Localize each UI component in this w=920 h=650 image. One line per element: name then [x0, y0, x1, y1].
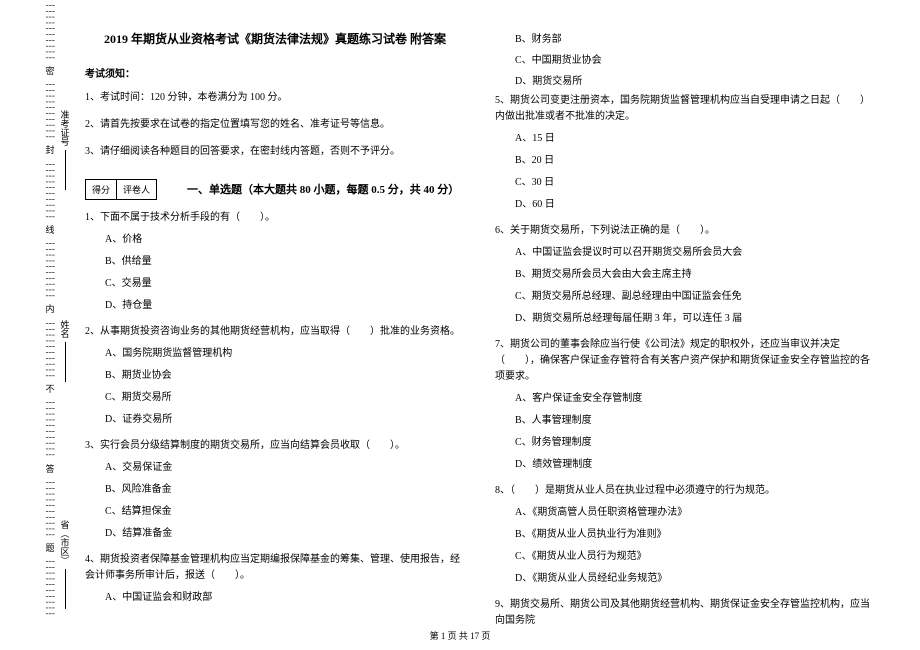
option-c: C、期货交易所总经理、副总经理由中国证监会任免: [515, 289, 875, 305]
option-b: B、供给量: [105, 254, 465, 270]
option-a: A、中国证监会和财政部: [105, 590, 465, 606]
instruction-1: 1、考试时间：120 分钟，本卷满分为 100 分。: [85, 90, 465, 105]
name-label: 姓名: [59, 320, 72, 338]
question-stem: 5、期货公司变更注册资本，国务院期货监督管理机构应当自受理申请之日起（ ）内做出…: [495, 93, 875, 125]
option-c: C、30 日: [515, 175, 875, 191]
reviewer-cell: 评卷人: [117, 179, 157, 200]
option-d: D、期货交易所: [515, 72, 875, 87]
option-a: A、交易保证金: [105, 460, 465, 476]
option-c: C、交易量: [105, 276, 465, 292]
score-box: 得分 评卷人: [85, 179, 157, 200]
option-a: A、价格: [105, 232, 465, 248]
option-d: D、期货交易所总经理每届任期 3 年，可以连任 3 届: [515, 311, 875, 327]
left-column: 2019 年期货从业资格考试《期货法律法规》真题练习试卷 附答案 考试须知： 1…: [70, 20, 480, 620]
admission-label: 准考证号: [59, 110, 72, 146]
binding-dots: ┆┆┆┆┆┆┆┆┆┆: [46, 400, 55, 458]
option-d: D、证券交易所: [105, 412, 465, 428]
question-stem: 1、下面不属于技术分析手段的有（ ）。: [85, 210, 465, 226]
question-3: 3、实行会员分级结算制度的期货交易所，应当向结算会员收取（ ）。 A、交易保证金…: [85, 438, 465, 542]
instruction-2: 2、请首先按要求在试卷的指定位置填写您的姓名、准考证号等信息。: [85, 117, 465, 132]
option-a: A、客户保证金安全存管制度: [515, 391, 875, 407]
option-c: C、结算担保金: [105, 504, 465, 520]
notice-label: 考试须知：: [85, 65, 465, 80]
option-c: C、财务管理制度: [515, 435, 875, 451]
option-b: B、期货业协会: [105, 368, 465, 384]
exam-title: 2019 年期货从业资格考试《期货法律法规》真题练习试卷 附答案: [85, 30, 465, 47]
instruction-3: 3、请仔细阅读各种题目的回答要求，在密封线内答题，否则不予评分。: [85, 144, 465, 159]
option-a: A、《期货高管人员任职资格管理办法》: [515, 505, 875, 521]
question-stem: 4、期货投资者保障基金管理机构应当定期编报保障基金的筹集、管理、使用报告，经会计…: [85, 552, 465, 584]
option-b: B、风险准备金: [105, 482, 465, 498]
score-cell: 得分: [85, 179, 117, 200]
question-stem: 3、实行会员分级结算制度的期货交易所，应当向结算会员收取（ ）。: [85, 438, 465, 454]
option-d: D、持仓量: [105, 298, 465, 314]
binding-dots: ┆┆┆┆┆┆┆┆┆┆: [46, 241, 55, 299]
question-1: 1、下面不属于技术分析手段的有（ ）。 A、价格 B、供给量 C、交易量 D、持…: [85, 210, 465, 314]
page-content: 2019 年期货从业资格考试《期货法律法规》真题练习试卷 附答案 考试须知： 1…: [0, 0, 920, 620]
option-a: A、中国证监会提议时可以召开期货交易所会员大会: [515, 245, 875, 261]
option-d: D、结算准备金: [105, 526, 465, 542]
option-d: D、绩效管理制度: [515, 457, 875, 473]
option-d: D、《期货从业人员经纪业务规范》: [515, 571, 875, 587]
question-8: 8、（ ）是期货从业人员在执业过程中必须遵守的行为规范。 A、《期货高管人员任职…: [495, 483, 875, 587]
question-stem: 2、从事期货投资咨询业务的其他期货经营机构，应当取得（ ）批准的业务资格。: [85, 324, 465, 340]
option-c: C、《期货从业人员行为规范》: [515, 549, 875, 565]
admission-line: [65, 150, 66, 190]
binding-dots: ┆┆┆┆┆┆┆┆┆┆: [46, 480, 55, 538]
province-line: [65, 569, 66, 609]
right-column: B、财务部 C、中国期货业协会 D、期货交易所 5、期货公司变更注册资本，国务院…: [480, 20, 890, 620]
question-7: 7、期货公司的董事会除应当行使《公司法》规定的职权外，还应当审议并决定（ ），确…: [495, 337, 875, 473]
question-9: 9、期货交易所、期货公司及其他期货经营机构、期货保证金安全存管监控机构，应当向国…: [495, 597, 875, 629]
option-c: C、中国期货业协会: [515, 51, 875, 66]
binding-dots: ┆┆┆┆┆┆┆┆┆┆: [46, 559, 55, 617]
binding-dots: ┆┆┆┆┆┆┆┆┆┆: [46, 3, 55, 61]
option-d: D、60 日: [515, 197, 875, 213]
option-b: B、《期货从业人员执业行为准则》: [515, 527, 875, 543]
binding-dots: ┆┆┆┆┆┆┆┆┆┆: [46, 162, 55, 220]
name-line: [65, 342, 66, 382]
binding-dots: ┆┆┆┆┆┆┆┆┆┆: [46, 321, 55, 379]
option-b: B、20 日: [515, 153, 875, 169]
province-label: 省（市区）: [59, 520, 72, 565]
question-stem: 6、关于期货交易所，下列说法正确的是（ ）。: [495, 223, 875, 239]
question-2: 2、从事期货投资咨询业务的其他期货经营机构，应当取得（ ）批准的业务资格。 A、…: [85, 324, 465, 428]
option-a: A、国务院期货监督管理机构: [105, 346, 465, 362]
section-1-header: 一、单选题（本大题共 80 小题，每题 0.5 分，共 40 分）: [187, 181, 459, 197]
option-b: B、财务部: [515, 30, 875, 45]
option-b: B、期货交易所会员大会由大会主席主持: [515, 267, 875, 283]
binding-dots: ┆┆┆┆┆┆┆┆┆┆: [46, 82, 55, 140]
question-stem: 7、期货公司的董事会除应当行使《公司法》规定的职权外，还应当审议并决定（ ），确…: [495, 337, 875, 385]
question-stem: 9、期货交易所、期货公司及其他期货经营机构、期货保证金安全存管监控机构，应当向国…: [495, 597, 875, 629]
option-a: A、15 日: [515, 131, 875, 147]
question-stem: 8、（ ）是期货从业人员在执业过程中必须遵守的行为规范。: [495, 483, 875, 499]
question-4: 4、期货投资者保障基金管理机构应当定期编报保障基金的筹集、管理、使用报告，经会计…: [85, 552, 465, 606]
question-5: 5、期货公司变更注册资本，国务院期货监督管理机构应当自受理申请之日起（ ）内做出…: [495, 93, 875, 213]
option-b: B、人事管理制度: [515, 413, 875, 429]
candidate-info-strip: 省（市区） 姓名 准考证号: [55, 0, 75, 620]
question-6: 6、关于期货交易所，下列说法正确的是（ ）。 A、中国证监会提议时可以召开期货交…: [495, 223, 875, 327]
option-c: C、期货交易所: [105, 390, 465, 406]
page-footer: 第 1 页 共 17 页: [0, 629, 920, 642]
